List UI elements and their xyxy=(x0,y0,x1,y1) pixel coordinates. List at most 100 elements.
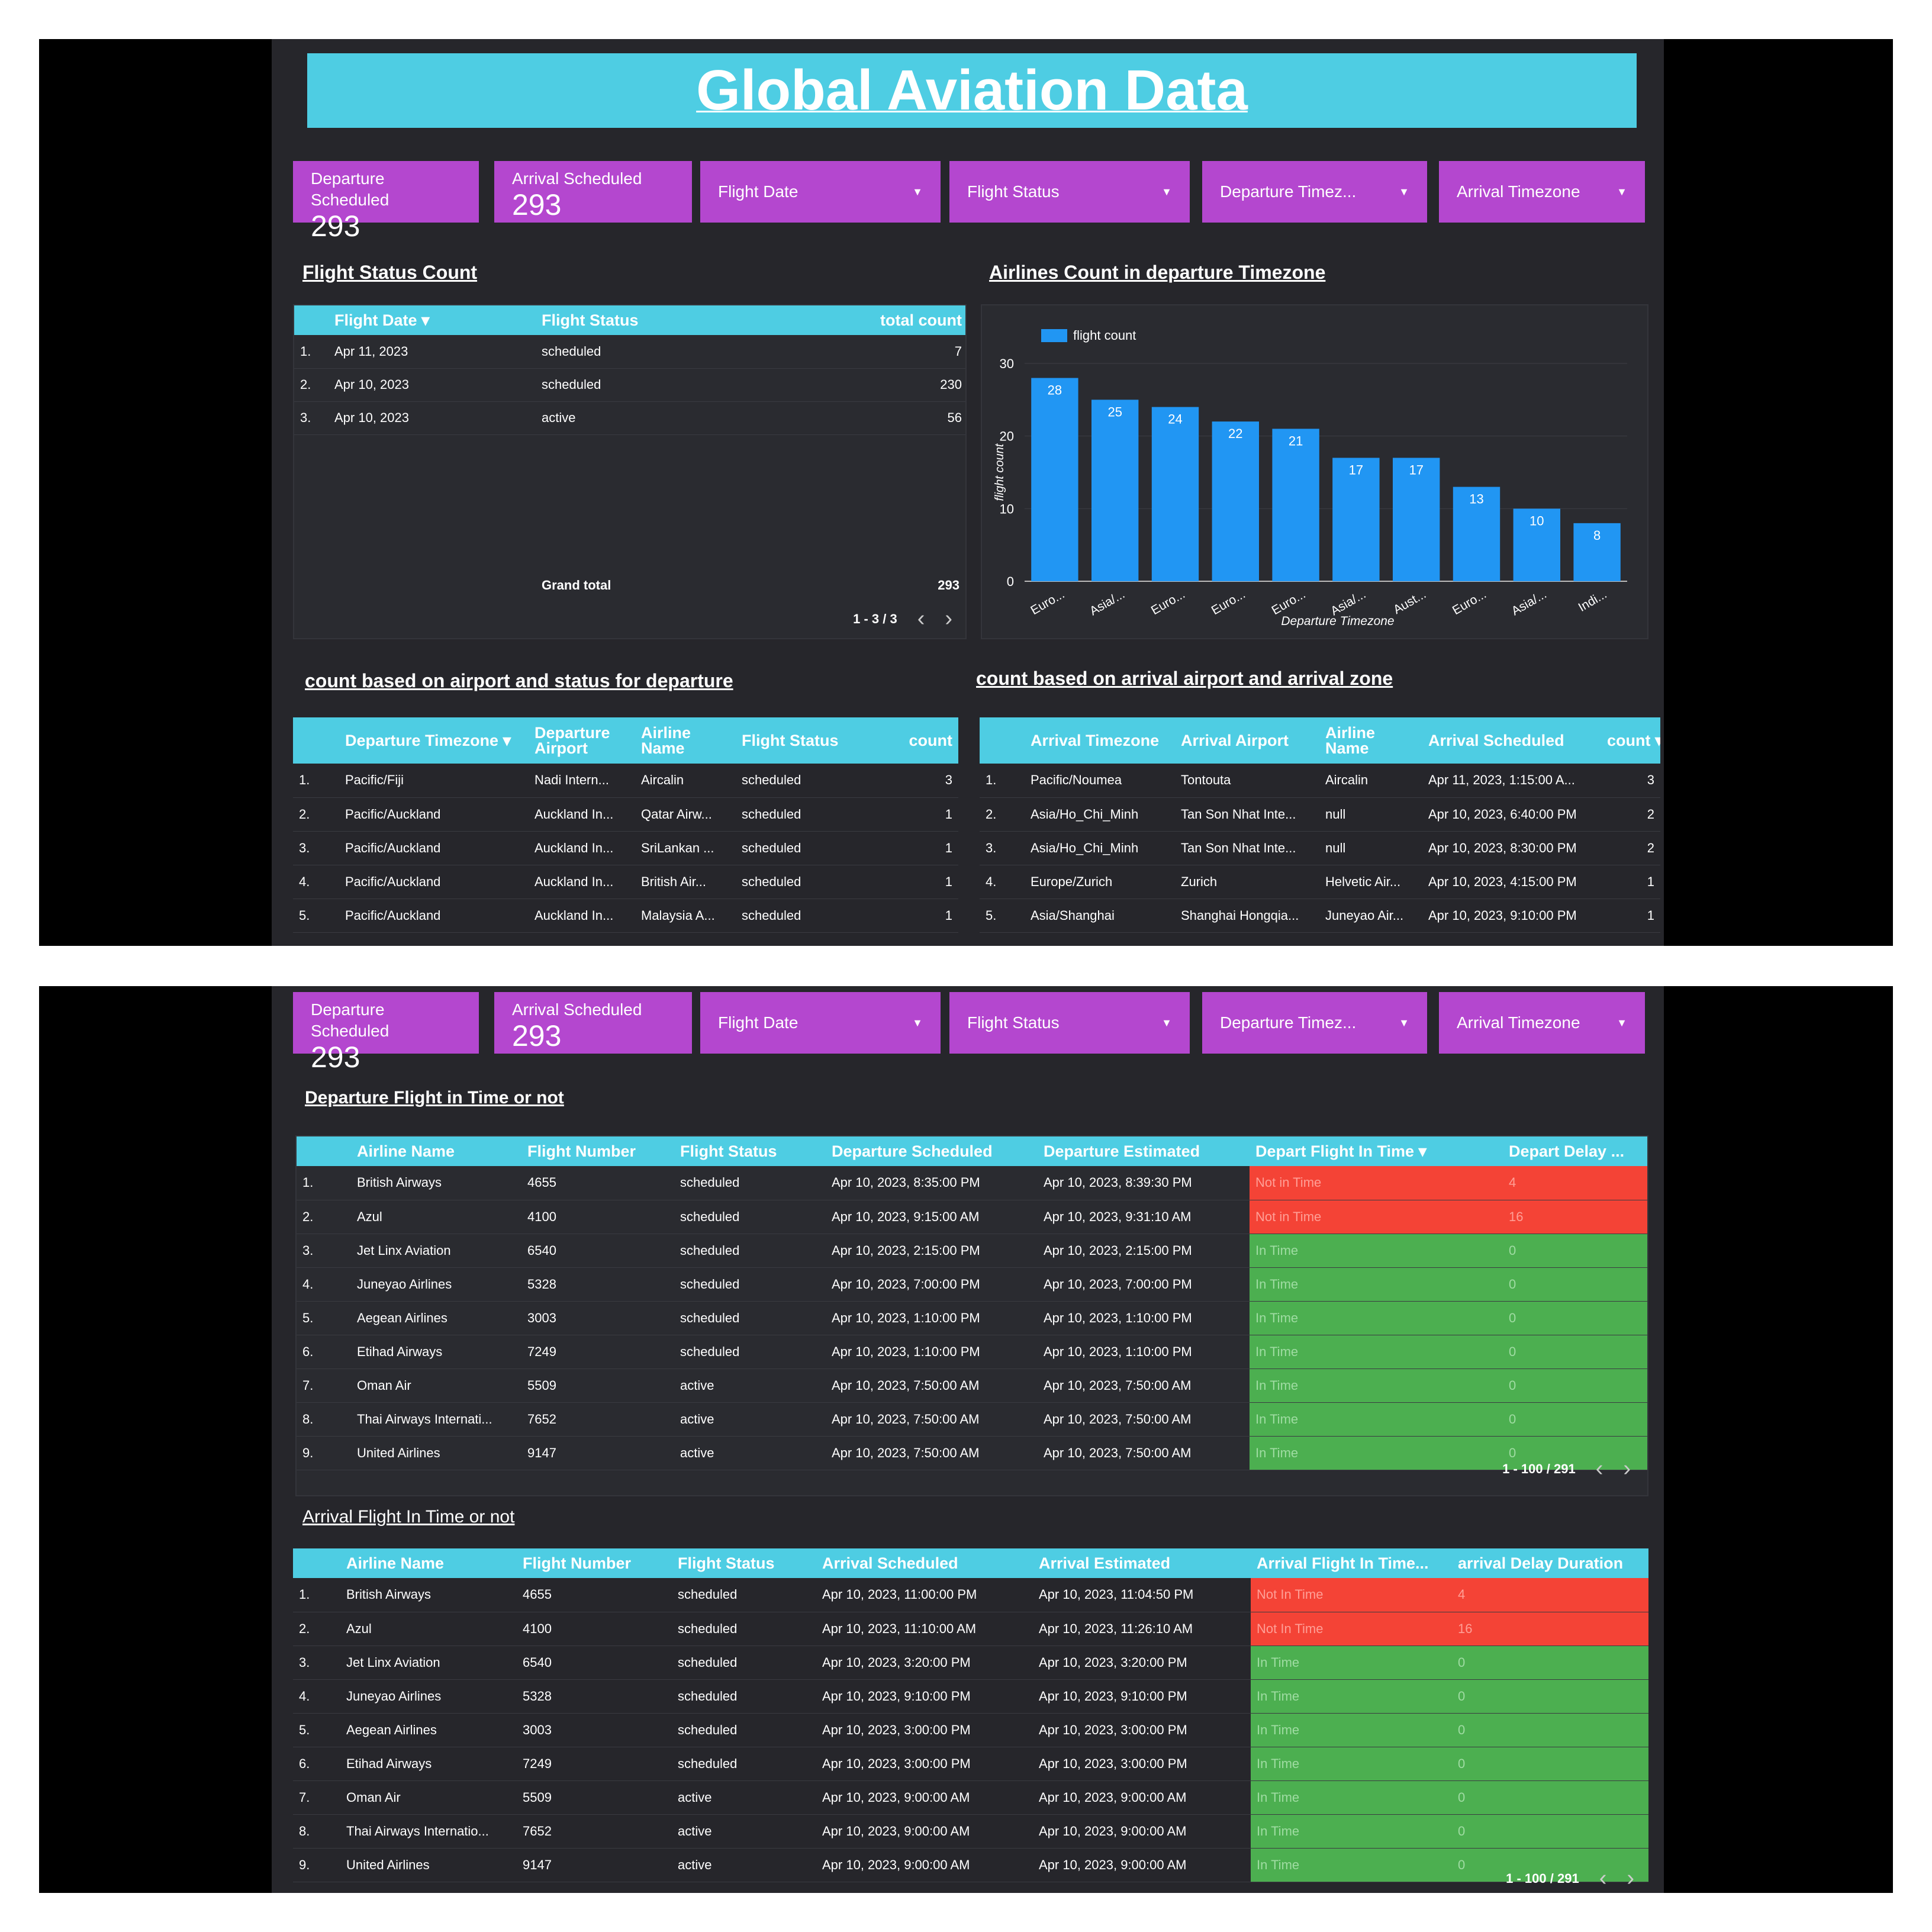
table-row: 8. Thai Airways Internati... 7652 active Apr… xyxy=(297,1402,1647,1437)
caret-down-icon: ▼ xyxy=(912,1016,923,1029)
filter-flight-date[interactable]: Flight Date ▼ xyxy=(700,992,941,1054)
cell-arrival-estimated: Apr 10, 2023, 9:10:00 PM xyxy=(1033,1679,1251,1714)
column-header-flight-number[interactable]: Flight Number xyxy=(521,1136,674,1166)
column-header-count[interactable]: count ▾ xyxy=(1601,717,1660,764)
column-header-arrival-scheduled[interactable]: Arrival Scheduled xyxy=(1422,717,1601,764)
cell-flight-status: scheduled xyxy=(672,1679,816,1714)
cell-flight-status: active xyxy=(674,1368,826,1403)
cell-delay: 0 xyxy=(1503,1234,1647,1268)
cell-departure-estimated: Apr 10, 2023, 1:10:00 PM xyxy=(1038,1301,1250,1335)
filter-label: Departure Timez... xyxy=(1220,182,1357,201)
row-index: 1. xyxy=(294,335,329,369)
table-row: 7. Oman Air 5509 active Apr 10, 2023, 9:00:0… xyxy=(293,1780,1648,1815)
filter-departure-timezone[interactable]: Departure Timez... ▼ xyxy=(1202,992,1427,1054)
cell-in-time-status: In Time xyxy=(1251,1780,1452,1815)
filter-flight-date[interactable]: Flight Date ▼ xyxy=(700,161,941,223)
column-header-departure-airport[interactable]: Departure Airport xyxy=(529,717,635,764)
filter-arrival-timezone[interactable]: Arrival Timezone ▼ xyxy=(1439,992,1645,1054)
cell-departure-scheduled: Apr 10, 2023, 1:10:00 PM xyxy=(826,1335,1038,1369)
column-header-airline-name[interactable]: Airline Name xyxy=(340,1548,517,1578)
kpi-label: Departure Scheduled xyxy=(311,169,389,209)
cell-count: 2 xyxy=(1601,797,1660,832)
row-index: 7. xyxy=(293,1780,340,1815)
cell-delay: 0 xyxy=(1503,1335,1647,1369)
column-header-flight-status[interactable]: Flight Status xyxy=(674,1136,826,1166)
column-header-airline-name[interactable]: Airline Name xyxy=(351,1136,521,1166)
kpi-departure-scheduled: Departure Scheduled 293 xyxy=(293,161,479,242)
cell-flight-status: scheduled xyxy=(672,1747,816,1781)
cell-delay: 16 xyxy=(1503,1200,1647,1234)
column-header-flight-status[interactable]: Flight Status xyxy=(536,305,808,335)
column-header-total-count[interactable]: total count xyxy=(808,305,965,335)
column-header-flight-status[interactable]: Flight Status xyxy=(672,1548,816,1578)
row-index: 3. xyxy=(980,831,1025,865)
bar-value-label: 13 xyxy=(1469,492,1483,507)
column-header-arrival-estimated[interactable]: Arrival Estimated xyxy=(1033,1548,1251,1578)
arrival-in-time-rows: 1. British Airways 4655 scheduled Apr 10, 20… xyxy=(293,1578,1648,1882)
filter-departure-timezone[interactable]: Departure Timez... ▼ xyxy=(1202,161,1427,223)
kpi-value: 293 xyxy=(311,1041,360,1074)
cell-flight-status: scheduled xyxy=(672,1578,816,1612)
column-header-depart-flight-in-time[interactable]: Depart Flight In Time ▾ xyxy=(1250,1136,1503,1166)
cell-flight-number: 3003 xyxy=(517,1713,672,1747)
column-header-count[interactable]: count xyxy=(896,717,958,764)
column-header-departure-estimated[interactable]: Departure Estimated xyxy=(1038,1136,1250,1166)
column-header xyxy=(293,1548,340,1578)
arrival-airport-card: Arrival Timezone Arrival Airport Airline… xyxy=(980,717,1660,946)
chevron-right-icon[interactable]: › xyxy=(945,606,952,632)
column-header-flight-date[interactable]: Flight Date ▾ xyxy=(329,305,536,335)
y-tick-label: 20 xyxy=(1000,429,1014,444)
cell-arrival-timezone: Asia/Ho_Chi_Minh xyxy=(1025,831,1175,865)
cell-arrival-estimated: Apr 10, 2023, 9:00:00 AM xyxy=(1033,1814,1251,1849)
cell-total-count: 230 xyxy=(808,368,965,402)
column-header-airline-name[interactable]: Airline Name xyxy=(635,717,736,764)
chevron-left-icon[interactable]: ‹ xyxy=(1599,1866,1607,1891)
x-tick-label: Indi... xyxy=(1576,587,1609,614)
chevron-right-icon[interactable]: › xyxy=(1623,1456,1631,1482)
cell-airline-name: British Airways xyxy=(340,1578,517,1612)
row-index: 6. xyxy=(293,1747,340,1781)
cell-departure-timezone: Pacific/Fiji xyxy=(339,764,529,798)
table-row: 1. Pacific/Fiji Nadi Intern... Aircalin … xyxy=(293,764,958,798)
chevron-left-icon[interactable]: ‹ xyxy=(1596,1456,1603,1482)
table-row: 6. Etihad Airways 7249 scheduled Apr 10, 202… xyxy=(293,1747,1648,1781)
column-header-arrival-scheduled[interactable]: Arrival Scheduled xyxy=(816,1548,1033,1578)
column-header-flight-status[interactable]: Flight Status xyxy=(736,717,896,764)
row-index: 7. xyxy=(297,1368,351,1403)
column-header-arrival-delay-duration[interactable]: arrival Delay Duration xyxy=(1452,1548,1648,1578)
bar-value-label: 28 xyxy=(1048,383,1062,398)
caret-down-icon: ▼ xyxy=(1161,1016,1172,1029)
chevron-left-icon[interactable]: ‹ xyxy=(917,606,925,632)
column-header-arrival-timezone[interactable]: Arrival Timezone xyxy=(1025,717,1175,764)
column-header-arrival-flight-in-time[interactable]: Arrival Flight In Time... xyxy=(1251,1548,1452,1578)
column-header-airline-name[interactable]: Airline Name xyxy=(1319,717,1422,764)
column-header-depart-delay[interactable]: Depart Delay ... xyxy=(1503,1136,1647,1166)
column-header-departure-timezone[interactable]: Departure Timezone ▾ xyxy=(339,717,529,764)
chevron-right-icon[interactable]: › xyxy=(1627,1866,1634,1891)
column-header-departure-scheduled[interactable]: Departure Scheduled xyxy=(826,1136,1038,1166)
cell-in-time-status: In Time xyxy=(1250,1402,1503,1437)
cell-departure-timezone: Pacific/Auckland xyxy=(339,865,529,899)
bar-value-label: 25 xyxy=(1107,404,1122,419)
filter-label: Arrival Timezone xyxy=(1457,182,1580,201)
column-header-arrival-airport[interactable]: Arrival Airport xyxy=(1175,717,1319,764)
filter-arrival-timezone[interactable]: Arrival Timezone ▼ xyxy=(1439,161,1645,223)
legend-label: flight count xyxy=(1073,328,1136,343)
y-tick-label: 30 xyxy=(1000,356,1014,371)
cell-flight-number: 9147 xyxy=(517,1848,672,1882)
table-row: 5. Pacific/Auckland Auckland In... Malay… xyxy=(293,899,958,933)
filter-flight-status[interactable]: Flight Status ▼ xyxy=(949,161,1190,223)
table-header-row: Flight Date ▾ Flight Status total count xyxy=(294,305,965,335)
column-header xyxy=(297,1136,351,1166)
kpi-departure-scheduled: Departure Scheduled 293 xyxy=(293,992,479,1073)
row-index: 1. xyxy=(297,1166,351,1200)
table-row: 5. Aegean Airlines 3003 scheduled Apr 10, 20… xyxy=(297,1301,1647,1335)
x-tick-label: Asia/... xyxy=(1328,587,1368,618)
cell-flight-status: scheduled xyxy=(674,1301,826,1335)
cell-flight-status: active xyxy=(536,401,808,435)
x-tick-label: Euro... xyxy=(1450,587,1489,617)
report-canvas: Departure Scheduled 293 Arrival Schedule… xyxy=(272,986,1664,1893)
column-header-flight-number[interactable]: Flight Number xyxy=(517,1548,672,1578)
filter-flight-status[interactable]: Flight Status ▼ xyxy=(949,992,1190,1054)
cell-departure-estimated: Apr 10, 2023, 8:39:30 PM xyxy=(1038,1166,1250,1200)
